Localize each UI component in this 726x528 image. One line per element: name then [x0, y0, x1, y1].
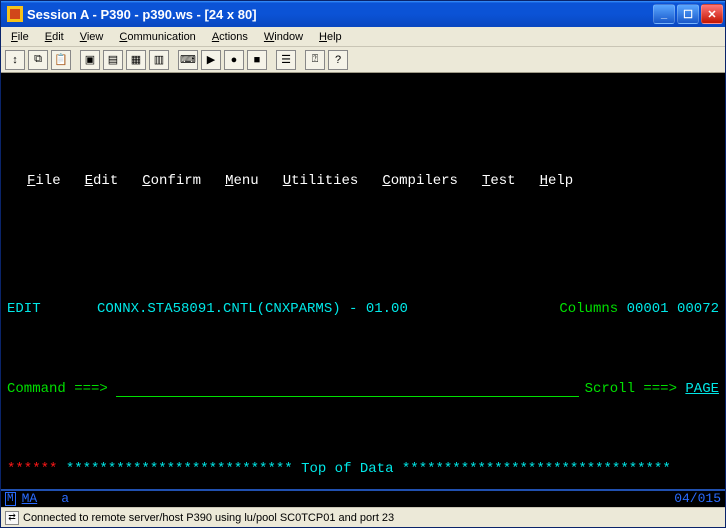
command-row: Command ===> Scroll ===> PAGE [7, 381, 719, 397]
close-button[interactable]: ✕ [701, 4, 723, 24]
ispf-separator [7, 221, 719, 237]
ispf-menu[interactable]: Menu [225, 173, 283, 189]
col-from: 00001 [627, 301, 669, 317]
terminal[interactable]: FileEditConfirmMenuUtilitiesCompilersTes… [1, 73, 725, 507]
app-icon [7, 6, 23, 22]
dataset-name: CONNX.STA58091.CNTL(CNXPARMS) - 01.00 [97, 301, 408, 317]
help-icon[interactable]: ? [328, 50, 348, 70]
menu-file[interactable]: File [3, 29, 37, 45]
ispf-test[interactable]: Test [482, 173, 540, 189]
scroll-label: Scroll ===> [585, 381, 677, 397]
oia-sys: M [5, 492, 16, 506]
menu-actions[interactable]: Actions [204, 29, 256, 45]
ispf-menu[interactable]: FileEditConfirmMenuUtilitiesCompilersTes… [7, 173, 719, 189]
menu-communication[interactable]: Communication [111, 29, 203, 45]
edit-header: EDIT CONNX.STA58091.CNTL(CNXPARMS) - 01.… [7, 301, 719, 317]
ispf-file[interactable]: File [27, 173, 85, 189]
mode-label: EDIT [7, 301, 97, 317]
titlebar[interactable]: Session A - P390 - p390.ws - [24 x 80] _… [1, 1, 725, 27]
app-window: Session A - P390 - p390.ws - [24 x 80] _… [0, 0, 726, 528]
stop-icon[interactable]: ■ [247, 50, 267, 70]
oia-ind-1: MA [22, 491, 38, 507]
window-title: Session A - P390 - p390.ws - [24 x 80] [27, 7, 653, 22]
disp-icon[interactable]: ▦ [126, 50, 146, 70]
columns-label: Columns [559, 301, 618, 317]
col-to: 00072 [677, 301, 719, 317]
command-label: Command ===> [7, 381, 108, 397]
ispf-utilities[interactable]: Utilities [283, 173, 383, 189]
ispf-confirm[interactable]: Confirm [142, 173, 225, 189]
paste-icon[interactable]: 📋 [51, 50, 71, 70]
menu-window[interactable]: Window [256, 29, 311, 45]
menu-view[interactable]: View [72, 29, 112, 45]
window-buttons: _ ☐ ✕ [653, 4, 723, 24]
toolbar: ↕⧉📋 ▣▤▦▥ ⌨▶●■ ☰ ⍰? [1, 47, 725, 73]
ispf-compilers[interactable]: Compilers [382, 173, 482, 189]
rcv-icon[interactable]: ▤ [103, 50, 123, 70]
command-input[interactable] [116, 381, 578, 397]
color-icon[interactable]: ▥ [149, 50, 169, 70]
rec-icon[interactable]: ● [224, 50, 244, 70]
ptr-icon[interactable]: ↕ [5, 50, 25, 70]
copy-icon[interactable]: ⧉ [28, 50, 48, 70]
cursor-position: 04/015 [674, 491, 721, 507]
maximize-button[interactable]: ☐ [677, 4, 699, 24]
top-of-data: ****** *************************** Top o… [7, 461, 719, 477]
minimize-button[interactable]: _ [653, 4, 675, 24]
page-icon[interactable]: ☰ [276, 50, 296, 70]
a-icon[interactable]: ⍰ [305, 50, 325, 70]
map-icon[interactable]: ⌨ [178, 50, 198, 70]
ispf-help[interactable]: Help [540, 173, 574, 189]
menu-edit[interactable]: Edit [37, 29, 72, 45]
play-icon[interactable]: ▶ [201, 50, 221, 70]
statusbar: ⇄ Connected to remote server/host P390 u… [1, 507, 725, 527]
ispf-menu-blank [7, 125, 719, 141]
menubar: FileEditViewCommunicationActionsWindowHe… [1, 27, 725, 47]
operator-info-area: M MA a 04/015 [1, 489, 725, 507]
status-text: Connected to remote server/host P390 usi… [23, 512, 394, 524]
snd-icon[interactable]: ▣ [80, 50, 100, 70]
connection-icon: ⇄ [5, 511, 19, 525]
menu-help[interactable]: Help [311, 29, 350, 45]
scroll-value[interactable]: PAGE [685, 381, 719, 397]
oia-ind-2: a [61, 491, 69, 507]
ispf-edit[interactable]: Edit [85, 173, 143, 189]
